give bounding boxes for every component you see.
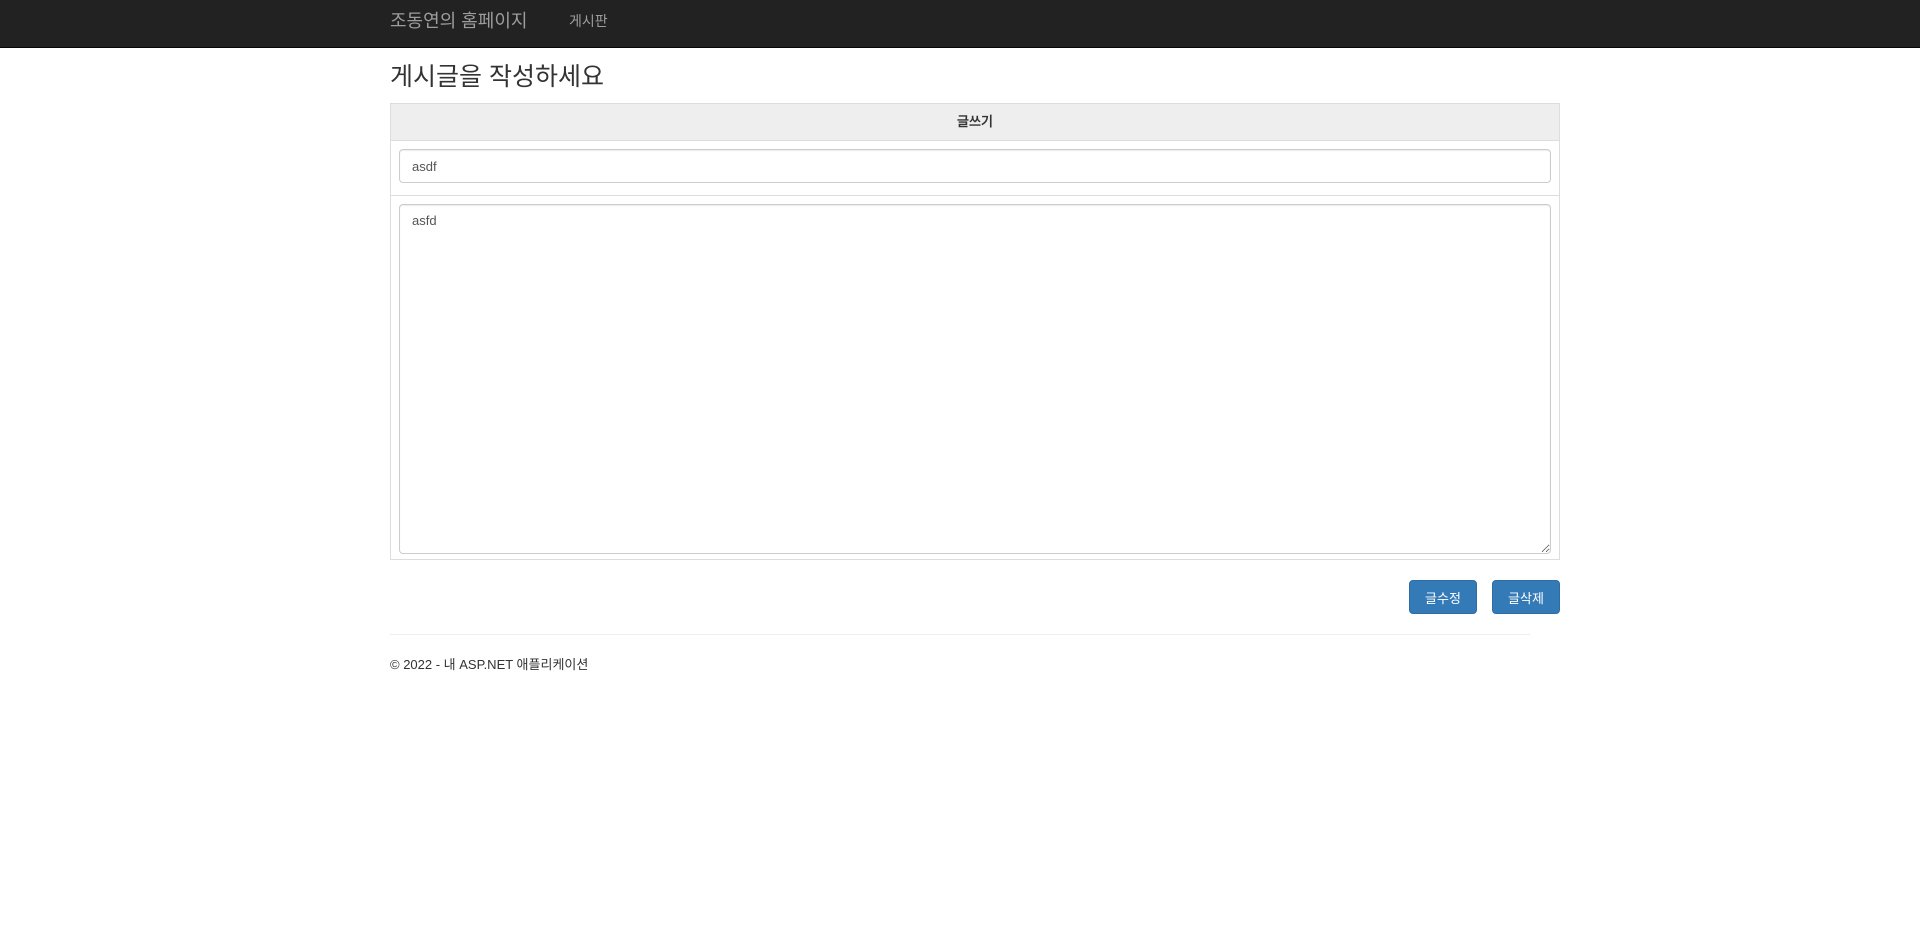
top-navbar: 조동연의 홈페이지 게시판: [0, 0, 1920, 48]
post-form-table: 글쓰기 asfd: [390, 103, 1560, 560]
title-row: [391, 141, 1559, 196]
edit-post-button[interactable]: 글수정: [1409, 580, 1477, 614]
post-body-textarea[interactable]: asfd: [399, 204, 1551, 554]
footer-copyright: © 2022 - 내 ASP.NET 애플리케이션: [390, 657, 589, 672]
delete-post-button[interactable]: 글삭제: [1492, 580, 1560, 614]
brand-link[interactable]: 조동연의 홈페이지: [390, 0, 527, 47]
form-header: 글쓰기: [391, 104, 1559, 141]
nav-link-board[interactable]: 게시판: [569, 0, 608, 47]
footer-divider: [390, 634, 1530, 635]
body-row: asfd: [391, 196, 1559, 559]
post-title-input[interactable]: [399, 149, 1551, 183]
page-title: 게시글을 작성하세요: [390, 63, 604, 91]
